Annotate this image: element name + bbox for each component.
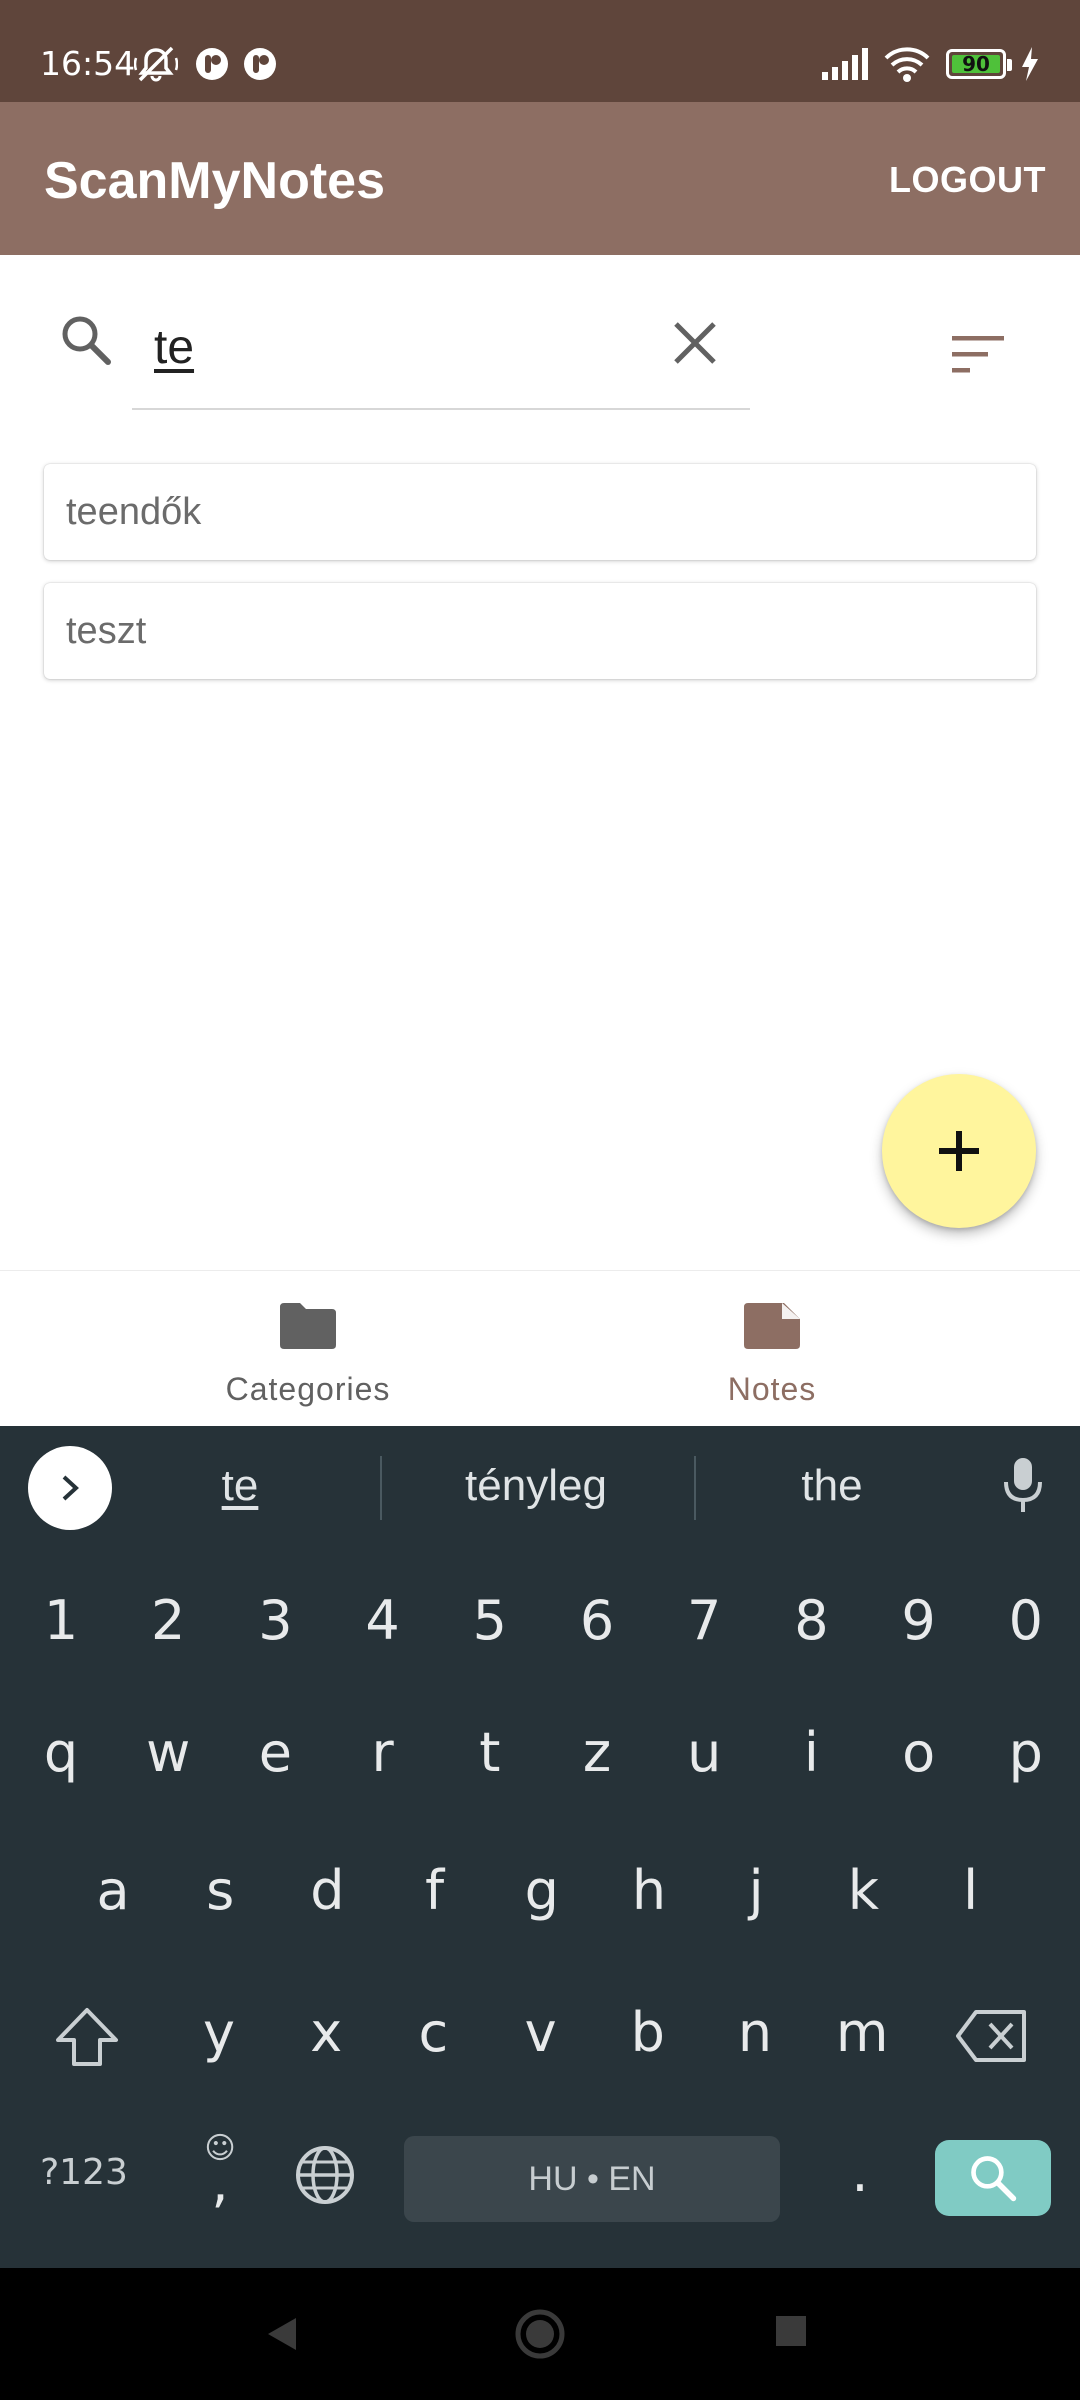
key-n[interactable]: n bbox=[720, 1998, 790, 2068]
backspace-icon[interactable] bbox=[954, 2006, 1030, 2076]
suggestion-2[interactable]: tényleg bbox=[400, 1458, 672, 1514]
list-item-label: teszt bbox=[66, 610, 147, 652]
key-e[interactable]: e bbox=[240, 1718, 310, 1788]
tab-notes-label: Notes bbox=[727, 1371, 817, 1407]
app-notification-icon bbox=[242, 44, 278, 84]
tab-categories[interactable]: Categories bbox=[38, 1271, 578, 1427]
key-c[interactable]: c bbox=[398, 1998, 468, 2068]
tab-notes[interactable]: Notes bbox=[502, 1271, 1042, 1427]
logout-button[interactable]: LOGOUT bbox=[889, 158, 1046, 202]
microphone-icon[interactable] bbox=[998, 1456, 1048, 1521]
list-item-label: teendők bbox=[66, 491, 202, 533]
key-b[interactable]: b bbox=[613, 1998, 683, 2068]
note-icon bbox=[744, 1303, 800, 1349]
key-0[interactable]: 0 bbox=[991, 1586, 1061, 1656]
chevron-right-icon[interactable] bbox=[28, 1446, 112, 1530]
signal-icon bbox=[822, 44, 872, 84]
key-d[interactable]: d bbox=[292, 1856, 362, 1926]
comma-key[interactable]: , bbox=[190, 2148, 250, 2218]
app-notification-icon bbox=[194, 44, 230, 84]
period-key[interactable]: . bbox=[830, 2138, 890, 2208]
wifi-icon bbox=[884, 44, 930, 84]
close-icon[interactable] bbox=[670, 318, 720, 368]
key-a[interactable]: a bbox=[78, 1856, 148, 1926]
globe-icon[interactable] bbox=[290, 2144, 360, 2214]
key-8[interactable]: 8 bbox=[776, 1586, 846, 1656]
key-4[interactable]: 4 bbox=[348, 1586, 418, 1656]
charging-icon bbox=[1020, 44, 1040, 84]
suggestion-3[interactable]: the bbox=[714, 1458, 950, 1514]
symbols-key[interactable]: ?123 bbox=[24, 2138, 144, 2208]
key-x[interactable]: x bbox=[291, 1998, 361, 2068]
search-enter-key[interactable] bbox=[935, 2140, 1051, 2216]
suggestion-bar: te tényleg the bbox=[0, 1426, 1080, 1546]
key-3[interactable]: 3 bbox=[240, 1586, 310, 1656]
tab-categories-label: Categories bbox=[225, 1371, 391, 1407]
key-7[interactable]: 7 bbox=[669, 1586, 739, 1656]
key-w[interactable]: w bbox=[133, 1718, 203, 1788]
key-p[interactable]: p bbox=[991, 1718, 1061, 1788]
recents-icon[interactable] bbox=[774, 2314, 808, 2348]
key-k[interactable]: k bbox=[828, 1856, 898, 1926]
mute-icon bbox=[134, 44, 178, 84]
sort-icon[interactable] bbox=[950, 334, 1006, 376]
battery-level: 90 bbox=[962, 52, 990, 76]
list-item[interactable]: teszt bbox=[44, 583, 1036, 679]
key-m[interactable]: m bbox=[827, 1998, 897, 2068]
search-input[interactable]: te bbox=[132, 300, 750, 410]
shift-icon[interactable] bbox=[52, 2004, 122, 2074]
key-u[interactable]: u bbox=[669, 1718, 739, 1788]
key-y[interactable]: y bbox=[184, 1998, 254, 2068]
suggestion-1[interactable]: te bbox=[140, 1458, 340, 1514]
key-1[interactable]: 1 bbox=[26, 1586, 96, 1656]
folder-icon bbox=[280, 1303, 336, 1349]
key-t[interactable]: t bbox=[455, 1718, 525, 1788]
key-q[interactable]: q bbox=[26, 1718, 96, 1788]
key-o[interactable]: o bbox=[884, 1718, 954, 1788]
search-input-value[interactable]: te bbox=[154, 318, 194, 378]
key-v[interactable]: v bbox=[506, 1998, 576, 2068]
key-j[interactable]: j bbox=[721, 1856, 791, 1926]
key-r[interactable]: r bbox=[348, 1718, 418, 1788]
space-key[interactable]: HU • EN bbox=[404, 2136, 780, 2222]
app-bar: ScanMyNotes LOGOUT bbox=[0, 102, 1080, 255]
key-z[interactable]: z bbox=[562, 1718, 632, 1788]
status-bar: 16:54 90 bbox=[0, 0, 1080, 102]
add-note-button[interactable] bbox=[882, 1074, 1036, 1228]
key-6[interactable]: 6 bbox=[562, 1586, 632, 1656]
app-title: ScanMyNotes bbox=[44, 152, 385, 210]
search-icon bbox=[971, 2156, 1017, 2202]
bottom-navigation: Categories Notes bbox=[0, 1270, 1080, 1426]
key-i[interactable]: i bbox=[776, 1718, 846, 1788]
plus-icon bbox=[939, 1131, 979, 1171]
list-item[interactable]: teendők bbox=[44, 464, 1036, 560]
key-9[interactable]: 9 bbox=[884, 1586, 954, 1656]
key-g[interactable]: g bbox=[507, 1856, 577, 1926]
key-h[interactable]: h bbox=[614, 1856, 684, 1926]
home-icon[interactable] bbox=[514, 2308, 566, 2360]
search-icon bbox=[58, 312, 114, 368]
key-2[interactable]: 2 bbox=[133, 1586, 203, 1656]
status-time: 16:54 bbox=[40, 44, 136, 83]
back-icon[interactable] bbox=[262, 2314, 302, 2354]
key-l[interactable]: l bbox=[936, 1856, 1006, 1926]
key-f[interactable]: f bbox=[400, 1856, 470, 1926]
key-s[interactable]: s bbox=[185, 1856, 255, 1926]
battery-icon: 90 bbox=[946, 49, 1012, 79]
system-navigation-bar bbox=[0, 2268, 1080, 2400]
key-5[interactable]: 5 bbox=[455, 1586, 525, 1656]
